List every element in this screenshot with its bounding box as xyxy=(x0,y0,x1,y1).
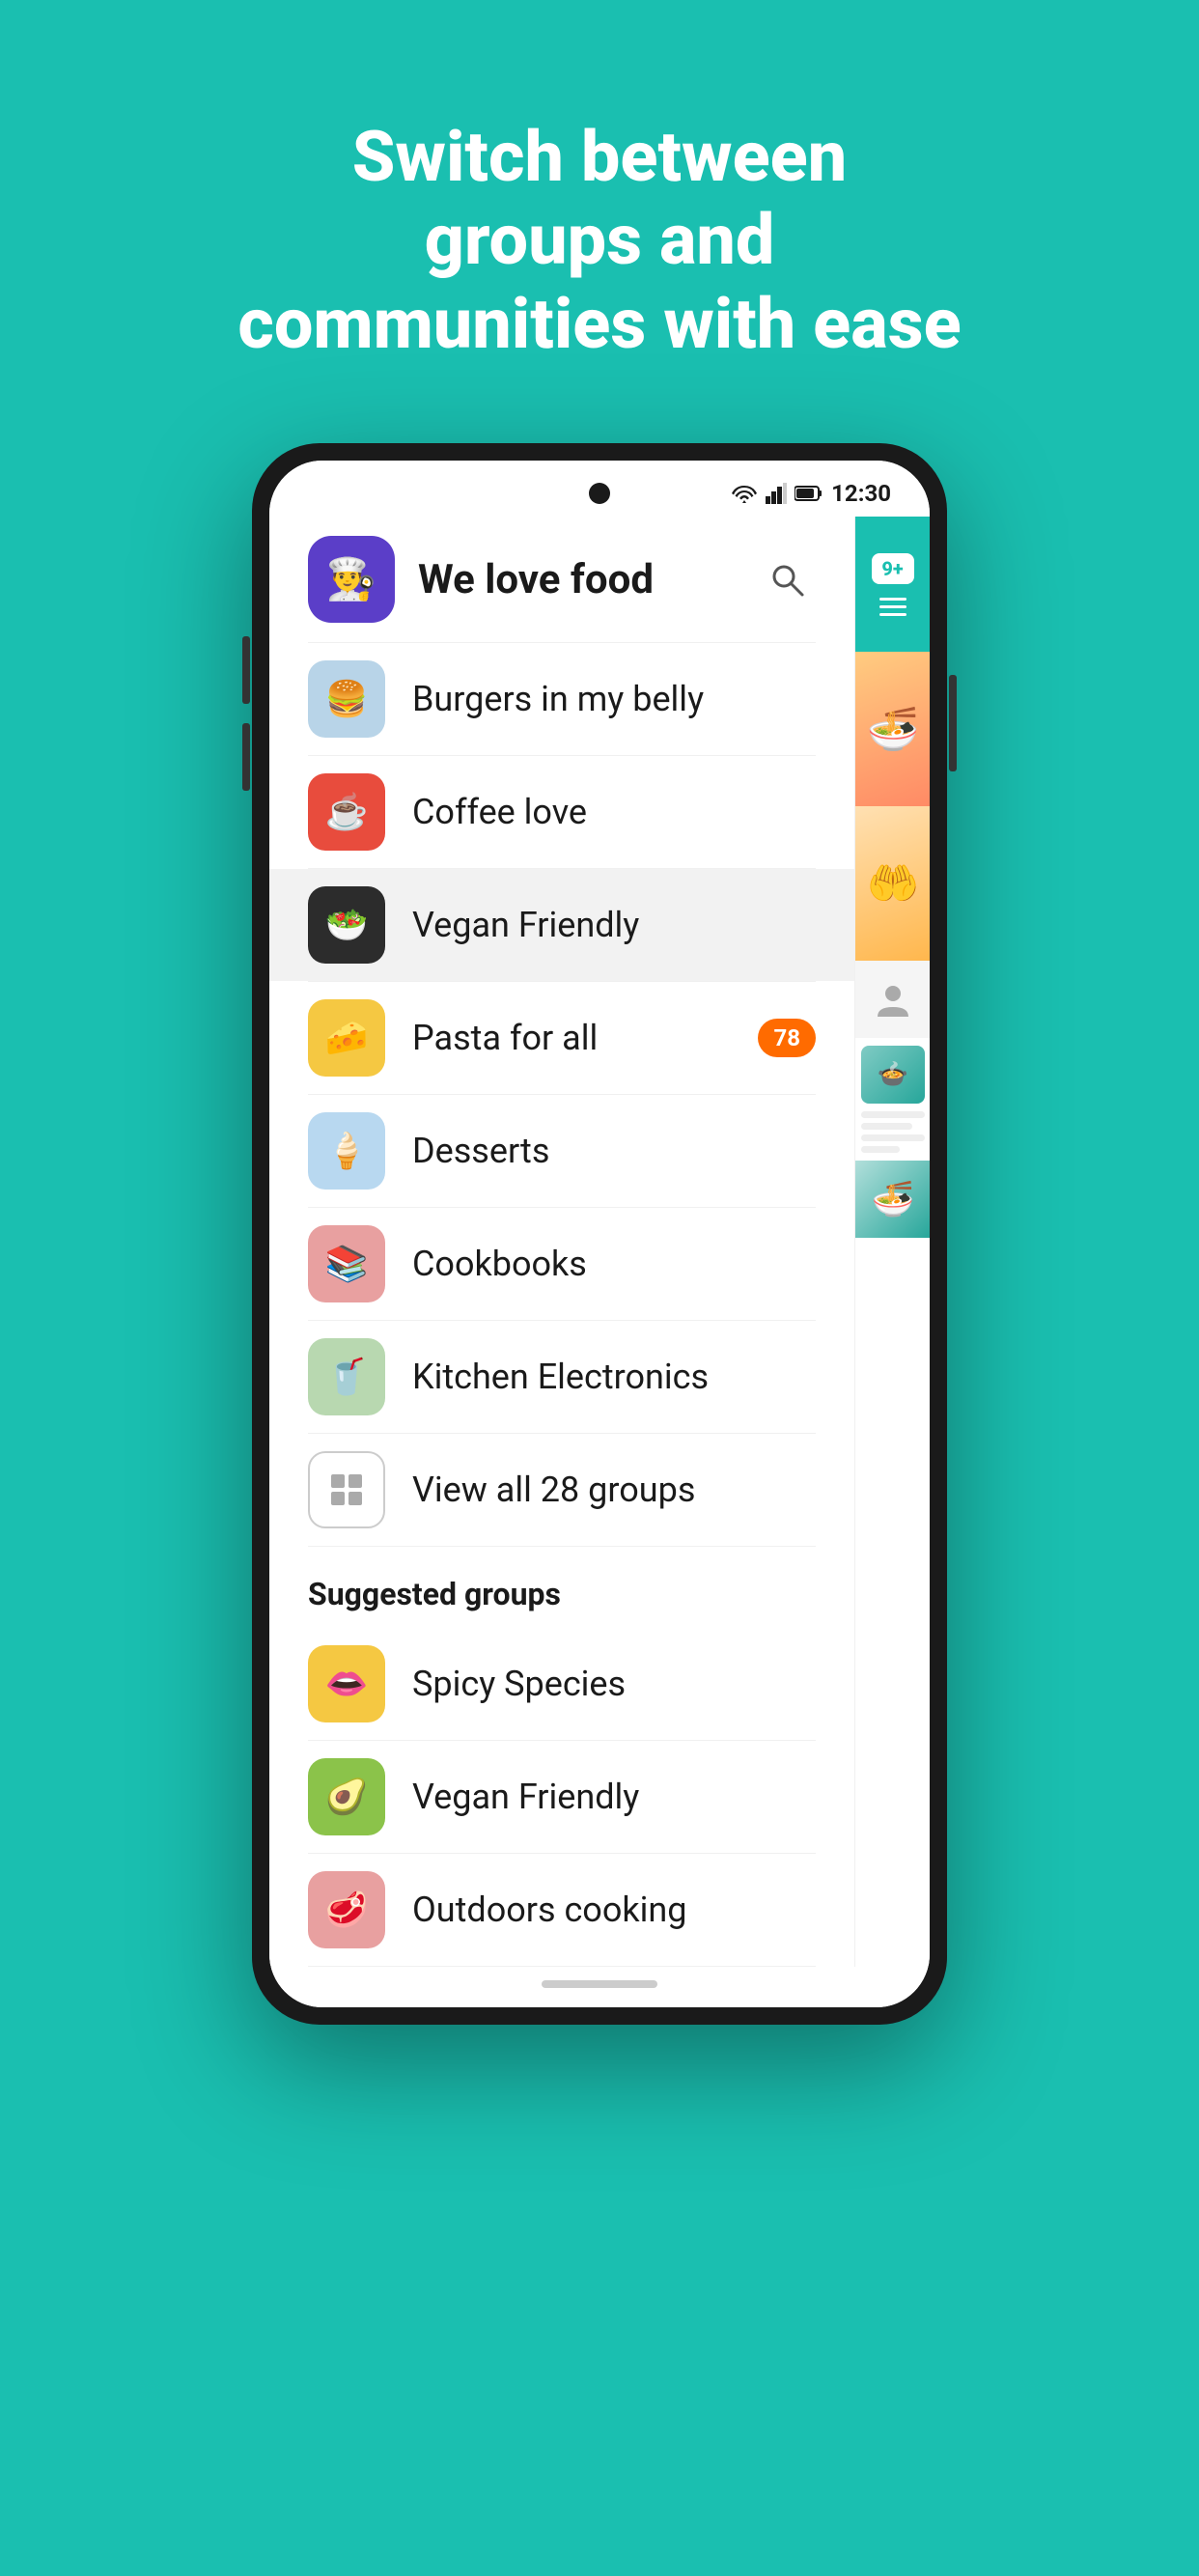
suggested-label-outdoors: Outdoors cooking xyxy=(412,1890,816,1930)
signal-icon xyxy=(766,483,787,504)
suggested-list: 👄 Spicy Species 🥑 Vegan Friendly 🥩 Outdo… xyxy=(269,1628,854,1967)
app-header: 👨‍🍳 We love food xyxy=(269,517,854,642)
right-peek-panel: 9+ 🍜 🤲 xyxy=(854,517,930,1967)
group-label-pasta: Pasta for all xyxy=(412,1018,758,1058)
hero-line1: Switch between xyxy=(352,116,847,198)
suggested-icon-vegan2: 🥑 xyxy=(308,1758,385,1835)
suggested-divider-outdoors xyxy=(308,1966,816,1967)
group-label-kitchen: Kitchen Electronics xyxy=(412,1357,816,1397)
group-icon-cookbooks: 📚 xyxy=(308,1225,385,1302)
group-label-cookbooks: Cookbooks xyxy=(412,1244,816,1284)
suggested-item-spicy[interactable]: 👄 Spicy Species xyxy=(269,1628,854,1740)
peek-text-line-3 xyxy=(861,1134,925,1141)
suggested-header: Suggested groups xyxy=(269,1547,854,1628)
menu-lines xyxy=(879,598,906,616)
phone-wrapper: 12:30 👨‍🍳 We love food xyxy=(223,443,976,2278)
search-button[interactable] xyxy=(758,550,816,608)
menu-line-1 xyxy=(879,598,906,601)
suggested-emoji-vegan2: 🥑 xyxy=(325,1777,369,1817)
group-emoji-desserts: 🍦 xyxy=(325,1131,369,1171)
group-icon-pasta: 🧀 xyxy=(308,999,385,1077)
peek-text-line-4 xyxy=(861,1146,900,1153)
grid-icon xyxy=(327,1470,366,1509)
group-icon-coffee: ☕ xyxy=(308,773,385,851)
view-all-item[interactable]: View all 28 groups xyxy=(269,1434,854,1546)
group-item-burgers[interactable]: 🍔 Burgers in my belly xyxy=(269,643,854,755)
notification-badge: 9+ xyxy=(872,553,914,584)
group-emoji-vegan: 🥗 xyxy=(325,905,369,945)
group-label-desserts: Desserts xyxy=(412,1131,816,1171)
peek-text-line-2 xyxy=(861,1123,912,1130)
suggested-emoji-spicy: 👄 xyxy=(325,1664,369,1704)
battery-icon xyxy=(795,485,823,502)
group-label-burgers: Burgers in my belly xyxy=(412,679,816,719)
volume-down-button xyxy=(242,723,250,791)
view-all-label: View all 28 groups xyxy=(412,1470,816,1510)
view-all-icon xyxy=(308,1451,385,1528)
group-emoji-kitchen: 🥤 xyxy=(325,1357,369,1397)
group-icon-burgers: 🍔 xyxy=(308,660,385,738)
group-item-vegan[interactable]: 🥗 Vegan Friendly xyxy=(269,869,854,981)
group-item-kitchen[interactable]: 🥤 Kitchen Electronics xyxy=(269,1321,854,1433)
group-label-coffee: Coffee love xyxy=(412,792,816,832)
group-emoji-pasta: 🧀 xyxy=(325,1018,369,1058)
panel-header: 9+ xyxy=(855,517,930,652)
group-icon-vegan: 🥗 xyxy=(308,886,385,964)
group-title: We love food xyxy=(418,556,758,603)
menu-line-3 xyxy=(879,613,906,616)
volume-up-button xyxy=(242,636,250,704)
person-icon xyxy=(874,980,912,1019)
suggested-label-vegan2: Vegan Friendly xyxy=(412,1777,816,1817)
peek-ramen-image: 🍜 xyxy=(855,1161,930,1238)
camera-notch xyxy=(589,483,610,504)
suggested-icon-spicy: 👄 xyxy=(308,1645,385,1722)
status-time: 12:30 xyxy=(831,480,891,507)
group-item-cookbooks[interactable]: 📚 Cookbooks xyxy=(269,1208,854,1320)
group-label-vegan: Vegan Friendly xyxy=(412,905,816,945)
peek-article-image: 🍲 xyxy=(861,1046,925,1104)
group-item-coffee[interactable]: ☕ Coffee love xyxy=(269,756,854,868)
group-badge-pasta: 78 xyxy=(758,1019,816,1057)
group-icon-desserts: 🍦 xyxy=(308,1112,385,1190)
peek-bowl-image: 🍜 xyxy=(855,652,930,806)
peek-article: 🍲 xyxy=(855,1038,930,1161)
we-love-food-avatar[interactable]: 👨‍🍳 xyxy=(308,536,395,623)
peek-hands-image: 🤲 xyxy=(855,806,930,961)
menu-line-2 xyxy=(879,605,906,608)
screen-left: 👨‍🍳 We love food xyxy=(269,517,854,1967)
group-list: 🍔 Burgers in my belly ☕ Coffee love 🥗 Ve… xyxy=(269,643,854,1434)
front-camera xyxy=(589,483,610,504)
search-icon xyxy=(767,560,806,599)
group-emoji-cookbooks: 📚 xyxy=(325,1244,369,1284)
hero-line3: communities with ease xyxy=(237,283,961,365)
screen-inner: 👨‍🍳 We love food xyxy=(269,517,930,1967)
wifi-icon xyxy=(731,483,758,504)
avatar-emoji: 👨‍🍳 xyxy=(326,556,376,603)
power-button xyxy=(949,675,957,771)
suggested-item-outdoors[interactable]: 🥩 Outdoors cooking xyxy=(269,1854,854,1966)
hero-section: Switch between groups and communities wi… xyxy=(141,0,1057,443)
phone-frame: 12:30 👨‍🍳 We love food xyxy=(252,443,947,2025)
suggested-label-spicy: Spicy Species xyxy=(412,1664,816,1704)
suggested-item-vegan2[interactable]: 🥑 Vegan Friendly xyxy=(269,1741,854,1853)
suggested-emoji-outdoors: 🥩 xyxy=(325,1890,369,1930)
group-item-desserts[interactable]: 🍦 Desserts xyxy=(269,1095,854,1207)
hero-text: Switch between groups and communities wi… xyxy=(141,0,1057,443)
phone-screen: 12:30 👨‍🍳 We love food xyxy=(269,461,930,2007)
hero-line2: groups and xyxy=(425,199,775,281)
peek-person-icon xyxy=(855,961,930,1038)
group-item-pasta[interactable]: 🧀 Pasta for all 78 xyxy=(269,982,854,1094)
handle-bar xyxy=(542,1980,657,1988)
status-icons: 12:30 xyxy=(731,480,891,507)
bottom-handle xyxy=(269,1967,930,2007)
suggested-icon-outdoors: 🥩 xyxy=(308,1871,385,1948)
group-icon-kitchen: 🥤 xyxy=(308,1338,385,1415)
group-emoji-coffee: ☕ xyxy=(325,792,369,832)
group-emoji-burgers: 🍔 xyxy=(325,679,369,719)
peek-text-line-1 xyxy=(861,1111,925,1118)
status-bar: 12:30 xyxy=(269,461,930,517)
